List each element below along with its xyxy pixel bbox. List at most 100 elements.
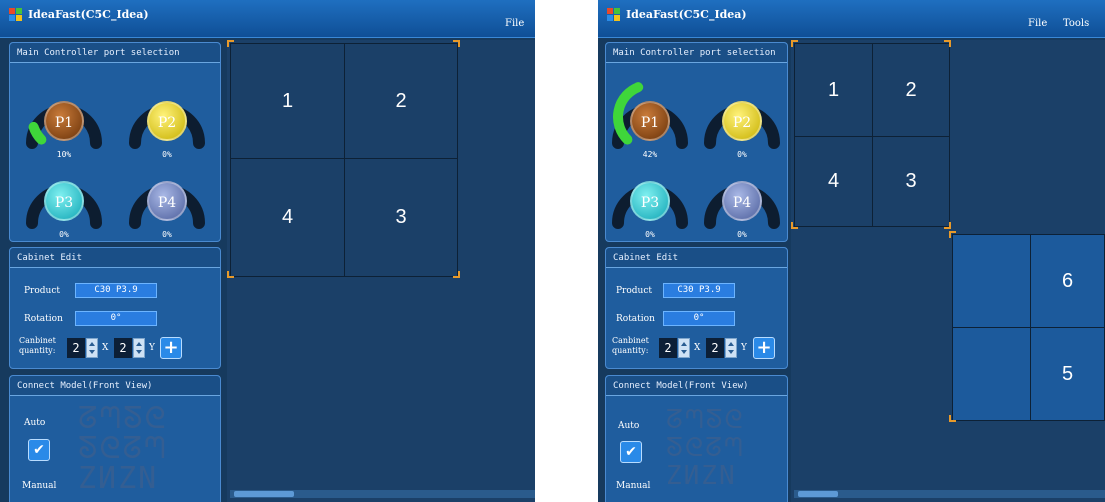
- serpentine-pattern-icon[interactable]: ᘕᘓᘔᘉ: [666, 434, 745, 462]
- selection-corner[interactable]: [227, 271, 234, 278]
- selection-corner[interactable]: [949, 415, 956, 422]
- cabinet-cell[interactable]: 2: [872, 43, 950, 137]
- app-logo-icon: [9, 8, 23, 22]
- port-p2-knob[interactable]: P2: [722, 101, 762, 141]
- plus-icon: +: [163, 337, 179, 358]
- connect-pattern-icons[interactable]: ᘔᘉᘕᘓ ᘕᘓᘔᘉ ZИZN: [78, 404, 168, 494]
- quantity-y-spinner[interactable]: [725, 338, 737, 358]
- product-field[interactable]: C30 P3.9: [663, 283, 735, 298]
- spin-up-icon[interactable]: [728, 342, 734, 346]
- port-p4-knob[interactable]: P4: [722, 181, 762, 221]
- port-p3-knob[interactable]: P3: [44, 181, 84, 221]
- cabinet-edit-panel: Cabinet Edit Product C30 P3.9 Rotation 0…: [9, 247, 221, 369]
- y-label: Y: [741, 343, 747, 353]
- spin-down-icon[interactable]: [681, 350, 687, 354]
- scrollbar-thumb[interactable]: [234, 491, 294, 497]
- window-title: IdeaFast(C5C_Idea): [28, 8, 149, 21]
- quantity-x-spinner[interactable]: [86, 338, 98, 358]
- port-p4-gauge[interactable]: P4 0%: [123, 153, 211, 239]
- quantity-x-value[interactable]: 2: [659, 338, 677, 358]
- horizontal-scrollbar[interactable]: [230, 490, 535, 498]
- product-label: Product: [616, 286, 652, 296]
- selection-corner[interactable]: [944, 40, 951, 47]
- spin-down-icon[interactable]: [136, 350, 142, 354]
- spin-up-icon[interactable]: [136, 342, 142, 346]
- selection-corner[interactable]: [791, 40, 798, 47]
- cabinet-cell[interactable]: 4: [794, 136, 873, 227]
- rotation-label: Rotation: [616, 314, 655, 324]
- quantity-label: quantity:: [19, 346, 56, 355]
- cabinet-cell[interactable]: 2: [344, 43, 458, 159]
- selection-corner[interactable]: [453, 40, 460, 47]
- menu-tools[interactable]: Tools: [1063, 18, 1089, 29]
- horizontal-scrollbar[interactable]: [794, 490, 1105, 498]
- port-p2-gauge[interactable]: P2 0%: [698, 73, 786, 159]
- cabinet-cell[interactable]: 1: [230, 43, 345, 159]
- cabinet-cell[interactable]: 3: [344, 158, 458, 277]
- spin-up-icon[interactable]: [681, 342, 687, 346]
- port-p1-gauge[interactable]: P1 10%: [20, 73, 108, 159]
- quantity-y-spinner[interactable]: [133, 338, 145, 358]
- panel-title: Main Controller port selection: [10, 43, 220, 63]
- auto-checkbox[interactable]: ✔: [620, 441, 642, 463]
- port-p1-knob[interactable]: P1: [44, 101, 84, 141]
- port-p4-knob[interactable]: P4: [147, 181, 187, 221]
- selection-corner[interactable]: [791, 222, 798, 229]
- panel-title: Cabinet Edit: [606, 248, 787, 268]
- scrollbar-thumb[interactable]: [798, 491, 838, 497]
- port-p1-knob[interactable]: P1: [630, 101, 670, 141]
- port-p3-knob[interactable]: P3: [630, 181, 670, 221]
- x-label: X: [102, 343, 109, 353]
- cabinet-cell[interactable]: 5: [1030, 327, 1105, 421]
- cabinet-cell[interactable]: 1: [794, 43, 873, 137]
- rotation-field[interactable]: 0°: [75, 311, 157, 326]
- panel-title: Cabinet Edit: [10, 248, 220, 268]
- spin-down-icon[interactable]: [728, 350, 734, 354]
- check-icon: ✔: [625, 444, 637, 460]
- add-cabinet-button[interactable]: +: [160, 337, 182, 359]
- auto-label: Auto: [618, 421, 640, 431]
- menu-file[interactable]: File: [1028, 18, 1047, 29]
- connect-model-panel: Connect Model(Front View) Auto ✔ Manual …: [9, 375, 221, 502]
- selection-corner[interactable]: [453, 271, 460, 278]
- title-bar: IdeaFast(C5C_Idea) File: [0, 0, 535, 38]
- port-p3-gauge[interactable]: P3 0%: [20, 153, 108, 239]
- port-p4-gauge[interactable]: P4 0%: [698, 153, 786, 239]
- quantity-x-spinner[interactable]: [678, 338, 690, 358]
- zigzag-pattern-icon[interactable]: ZИZN: [78, 464, 168, 494]
- cabinet-cell[interactable]: [952, 327, 1031, 421]
- port-p3-gauge[interactable]: P3 0%: [606, 153, 694, 239]
- auto-checkbox[interactable]: ✔: [28, 439, 50, 461]
- serpentine-pattern-icon[interactable]: ᘕᘓᘔᘉ: [78, 434, 168, 464]
- product-field[interactable]: C30 P3.9: [75, 283, 157, 298]
- selection-corner[interactable]: [949, 231, 956, 238]
- port-p2-knob[interactable]: P2: [147, 101, 187, 141]
- selection-corner[interactable]: [944, 222, 951, 229]
- quantity-label: quantity:: [612, 346, 649, 355]
- port-p2-gauge[interactable]: P2 0%: [123, 73, 211, 159]
- quantity-x-value[interactable]: 2: [67, 338, 85, 358]
- connect-pattern-icons[interactable]: ᘔᘉᘕᘓ ᘕᘓᘔᘉ ZИZN: [666, 406, 745, 490]
- cabinet-cell[interactable]: 4: [230, 158, 345, 277]
- layout-canvas[interactable]: 1 2 4 3: [227, 40, 535, 502]
- selection-corner[interactable]: [227, 40, 234, 47]
- cabinet-cell[interactable]: 6: [1030, 234, 1105, 328]
- cabinet-cell[interactable]: 3: [872, 136, 950, 227]
- port-p1-gauge[interactable]: P1 42%: [606, 73, 694, 159]
- x-label: X: [694, 343, 701, 353]
- quantity-y-value[interactable]: 2: [114, 338, 132, 358]
- port-selection-panel: Main Controller port selection P1 10% P2…: [9, 42, 221, 242]
- serpentine-pattern-icon[interactable]: ᘔᘉᘕᘓ: [78, 404, 168, 434]
- quantity-y-value[interactable]: 2: [706, 338, 724, 358]
- spin-up-icon[interactable]: [89, 342, 95, 346]
- cabinet-edit-panel: Cabinet Edit Product C30 P3.9 Rotation 0…: [605, 247, 788, 369]
- cabinet-cell[interactable]: [952, 234, 1031, 328]
- app-logo-icon: [607, 8, 621, 22]
- serpentine-pattern-icon[interactable]: ᘔᘉᘕᘓ: [666, 406, 745, 434]
- zigzag-pattern-icon[interactable]: ZИZN: [666, 462, 745, 490]
- menu-file[interactable]: File: [505, 18, 524, 29]
- add-cabinet-button[interactable]: +: [753, 337, 775, 359]
- layout-canvas[interactable]: 1 2 4 3 6 5: [791, 40, 1105, 502]
- rotation-field[interactable]: 0°: [663, 311, 735, 326]
- spin-down-icon[interactable]: [89, 350, 95, 354]
